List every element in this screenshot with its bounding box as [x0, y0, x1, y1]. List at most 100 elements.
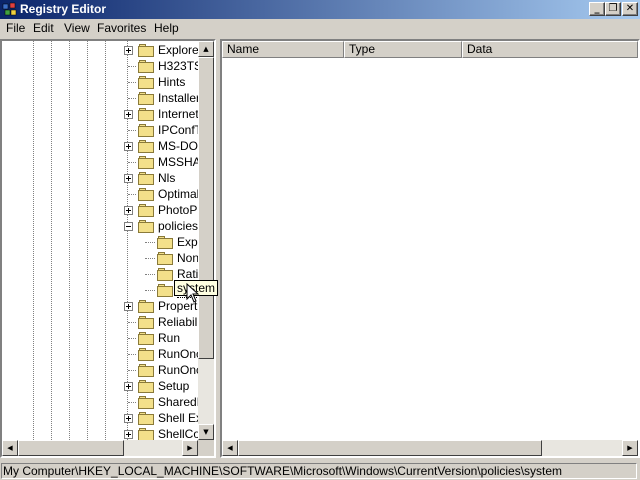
folder-icon [138, 92, 154, 105]
folder-icon [138, 156, 154, 169]
folder-icon [138, 316, 154, 329]
scroll-right-button[interactable]: ▶ [622, 440, 638, 456]
maximize-button[interactable]: ❐ [605, 2, 621, 16]
folder-icon [138, 412, 154, 425]
tree-item[interactable]: H323TSP [2, 58, 210, 74]
tree-item-label: Reliabili [158, 315, 201, 329]
expand-icon[interactable] [124, 174, 133, 183]
folder-icon [138, 124, 154, 137]
tree-item[interactable]: Internet [2, 106, 199, 122]
tree-item[interactable]: RunOnce [2, 362, 209, 378]
tree-item[interactable]: Propert [2, 298, 198, 314]
column-header-data[interactable]: Data [462, 41, 638, 58]
registry-path: My Computer\HKEY_LOCAL_MACHINE\SOFTWARE\… [1, 463, 637, 479]
scroll-down-button[interactable]: ▼ [198, 424, 214, 440]
menu-view[interactable]: View [64, 21, 90, 35]
tree-item[interactable]: Explorer [2, 42, 203, 58]
close-icon: ✕ [625, 3, 635, 14]
tree-item[interactable]: SharedD [2, 394, 205, 410]
folder-icon [138, 188, 154, 201]
tree-item[interactable]: Reliabili [2, 314, 201, 330]
folder-icon [138, 60, 154, 73]
folder-icon [157, 268, 173, 281]
tree-item[interactable]: Nls [2, 170, 198, 186]
folder-icon [138, 380, 154, 393]
folder-icon [157, 284, 173, 297]
tree-item[interactable]: Hints [2, 74, 198, 90]
folder-icon [138, 348, 154, 361]
arrow-down-icon: ▼ [203, 428, 209, 436]
title-bar[interactable]: Registry Editor _ ❐ ✕ [0, 0, 640, 19]
expand-icon[interactable] [124, 414, 133, 423]
minimize-button[interactable]: _ [589, 2, 605, 16]
restore-icon: ❐ [608, 3, 618, 14]
expand-icon[interactable] [124, 142, 133, 151]
menu-help[interactable]: Help [154, 21, 179, 35]
expand-icon[interactable] [124, 382, 133, 391]
tree-vertical-scrollbar[interactable]: ▲ ▼ [198, 41, 214, 440]
expand-icon[interactable] [124, 46, 133, 55]
column-header-name[interactable]: Name [222, 41, 344, 58]
arrow-left-icon: ◀ [7, 444, 13, 452]
menu-bar: File Edit View Favorites Help [0, 19, 640, 38]
tree-item[interactable]: Ratin [2, 266, 205, 282]
tree-horizontal-scrollbar[interactable]: ◀ ▶ [2, 440, 198, 456]
folder-icon [138, 364, 154, 377]
tree-item[interactable]: IPConfT [2, 122, 202, 138]
tree-item[interactable]: MS-DOS [2, 138, 206, 154]
menu-favorites[interactable]: Favorites [97, 21, 146, 35]
column-header-type[interactable]: Type [344, 41, 462, 58]
mouse-cursor-icon [186, 283, 200, 303]
collapse-icon[interactable] [124, 222, 133, 231]
expand-icon[interactable] [124, 430, 133, 439]
tree-item[interactable]: PhotoPr [2, 202, 202, 218]
menu-file[interactable]: File [6, 21, 25, 35]
list-horizontal-scrollbar[interactable]: ◀ ▶ [222, 440, 638, 456]
tree-item-label: Nls [158, 171, 176, 185]
tree-item[interactable]: Installer [2, 90, 201, 106]
registry-editor-icon [2, 2, 17, 16]
tree-item[interactable]: OptimalL [2, 186, 206, 202]
scroll-up-button[interactable]: ▲ [198, 41, 214, 57]
scroll-thumb[interactable] [198, 57, 214, 359]
menu-edit[interactable]: Edit [33, 21, 54, 35]
folder-icon [138, 220, 154, 233]
folder-icon [138, 140, 154, 153]
scroll-right-button[interactable]: ▶ [182, 440, 198, 456]
expand-icon[interactable] [124, 206, 133, 215]
tree-item[interactable]: Setup [2, 378, 198, 394]
folder-icon [157, 236, 173, 249]
tree-item[interactable]: Shell Ext [2, 410, 205, 426]
scroll-thumb-horizontal[interactable] [238, 440, 542, 456]
scroll-left-button[interactable]: ◀ [222, 440, 238, 456]
scroll-left-button[interactable]: ◀ [2, 440, 18, 456]
tree-item-label: Installer [158, 91, 201, 105]
tree-item[interactable]: NonI [2, 250, 202, 266]
values-list[interactable]: Name Type Data ◀ ▶ [220, 39, 640, 458]
registry-tree[interactable]: Explorer H323TSP Hints Installer Internet IPC… [0, 39, 216, 458]
close-button[interactable]: ✕ [622, 2, 638, 16]
tree-item[interactable]: RunOnce [2, 346, 209, 362]
folder-icon [157, 252, 173, 265]
tree-item-label: IPConfT [158, 123, 203, 137]
tree-item-label: Internet [158, 107, 199, 121]
minimize-icon: _ [594, 3, 600, 14]
expand-icon[interactable] [124, 302, 133, 311]
tree-item-label: Expl [177, 235, 201, 249]
tree-item-label: MSSHA [158, 155, 201, 169]
tree-item-label: Explorer [158, 43, 203, 57]
arrow-right-icon: ▶ [627, 444, 633, 452]
window-title: Registry Editor [20, 2, 107, 16]
tree-item[interactable]: MSSHA [2, 154, 201, 170]
folder-icon [138, 76, 154, 89]
scroll-thumb-horizontal[interactable] [18, 440, 124, 456]
tree-item[interactable]: Expl [2, 234, 201, 250]
folder-icon [138, 300, 154, 313]
tree-item[interactable]: system [2, 282, 214, 298]
tree-item-label: Setup [158, 379, 190, 393]
tree-item[interactable]: policies [2, 218, 198, 234]
expand-icon[interactable] [124, 110, 133, 119]
tree-item-label: PhotoPr [158, 203, 202, 217]
folder-icon [138, 108, 154, 121]
tree-item[interactable]: Run [2, 330, 198, 346]
